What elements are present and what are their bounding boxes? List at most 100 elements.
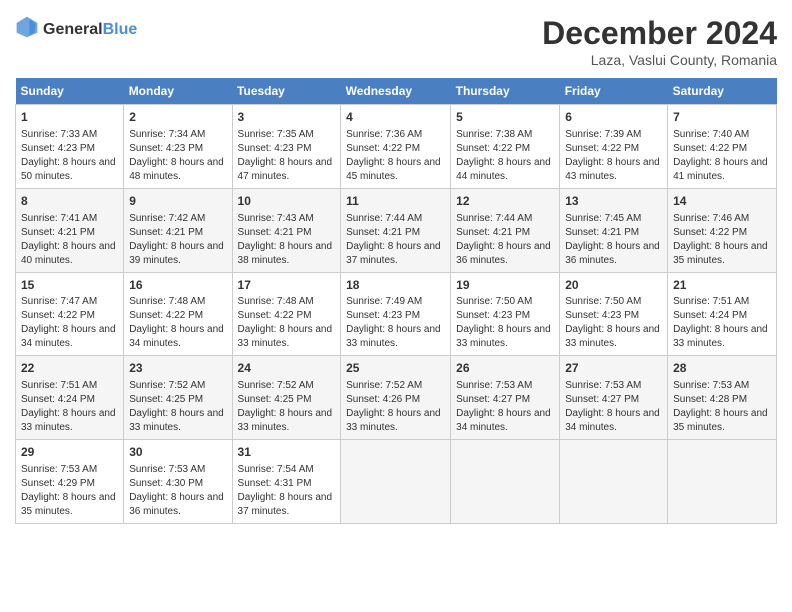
calendar-cell: 20Sunrise: 7:50 AMSunset: 4:23 PMDayligh… [560,272,668,356]
calendar-cell: 11Sunrise: 7:44 AMSunset: 4:21 PMDayligh… [341,188,451,272]
day-number: 15 [21,277,118,294]
day-number: 26 [456,360,554,377]
sunset: Sunset: 4:31 PM [238,478,312,489]
daylight: Daylight: 8 hours and 40 minutes. [21,241,116,266]
sunrise: Sunrise: 7:44 AM [456,213,532,224]
day-number: 4 [346,109,445,126]
calendar-cell: 3Sunrise: 7:35 AMSunset: 4:23 PMDaylight… [232,105,341,189]
day-number: 20 [565,277,662,294]
sunrise: Sunrise: 7:42 AM [129,213,205,224]
sunset: Sunset: 4:23 PM [238,143,312,154]
sunrise: Sunrise: 7:54 AM [238,464,314,475]
calendar-cell: 12Sunrise: 7:44 AMSunset: 4:21 PMDayligh… [451,188,560,272]
sunset: Sunset: 4:25 PM [238,394,312,405]
calendar-week-row: 8Sunrise: 7:41 AMSunset: 4:21 PMDaylight… [16,188,777,272]
day-number: 31 [238,444,336,461]
sunset: Sunset: 4:27 PM [456,394,530,405]
daylight: Daylight: 8 hours and 33 minutes. [565,324,660,349]
daylight: Daylight: 8 hours and 34 minutes. [21,324,116,349]
sunset: Sunset: 4:23 PM [21,143,95,154]
sunrise: Sunrise: 7:53 AM [565,380,641,391]
sunset: Sunset: 4:22 PM [673,143,747,154]
daylight: Daylight: 8 hours and 37 minutes. [346,241,441,266]
day-number: 2 [129,109,226,126]
calendar-cell: 10Sunrise: 7:43 AMSunset: 4:21 PMDayligh… [232,188,341,272]
day-number: 25 [346,360,445,377]
calendar-cell: 25Sunrise: 7:52 AMSunset: 4:26 PMDayligh… [341,356,451,440]
daylight: Daylight: 8 hours and 50 minutes. [21,157,116,182]
sunset: Sunset: 4:23 PM [565,310,639,321]
sunset: Sunset: 4:22 PM [21,310,95,321]
calendar-week-row: 22Sunrise: 7:51 AMSunset: 4:24 PMDayligh… [16,356,777,440]
day-number: 17 [238,277,336,294]
sunrise: Sunrise: 7:45 AM [565,213,641,224]
calendar-cell: 27Sunrise: 7:53 AMSunset: 4:27 PMDayligh… [560,356,668,440]
calendar-week-row: 1 Sunrise: 7:33 AM Sunset: 4:23 PM Daylight… [16,105,777,189]
sunrise: Sunrise: 7:35 AM [238,129,314,140]
sunset: Sunset: 4:24 PM [673,310,747,321]
calendar-cell: 19Sunrise: 7:50 AMSunset: 4:23 PMDayligh… [451,272,560,356]
calendar-cell: 30Sunrise: 7:53 AMSunset: 4:30 PMDayligh… [124,440,232,524]
calendar-cell: 8Sunrise: 7:41 AMSunset: 4:21 PMDaylight… [16,188,124,272]
sunset: Sunset: 4:30 PM [129,478,203,489]
daylight: Daylight: 8 hours and 35 minutes. [673,408,768,433]
sunrise: Sunrise: 7:53 AM [673,380,749,391]
day-number: 7 [673,109,771,126]
page-container: GeneralBlue December 2024 Laza, Vaslui C… [0,0,792,534]
day-number: 1 [21,109,118,126]
calendar-week-row: 15Sunrise: 7:47 AMSunset: 4:22 PMDayligh… [16,272,777,356]
day-number: 30 [129,444,226,461]
daylight: Daylight: 8 hours and 36 minutes. [565,241,660,266]
calendar-cell: 16Sunrise: 7:48 AMSunset: 4:22 PMDayligh… [124,272,232,356]
day-number: 18 [346,277,445,294]
sunset: Sunset: 4:22 PM [456,143,530,154]
calendar-cell: 17Sunrise: 7:48 AMSunset: 4:22 PMDayligh… [232,272,341,356]
sunset: Sunset: 4:23 PM [129,143,203,154]
col-wednesday: Wednesday [341,78,451,105]
daylight: Daylight: 8 hours and 44 minutes. [456,157,551,182]
logo: GeneralBlue [15,15,137,44]
day-number: 28 [673,360,771,377]
daylight: Daylight: 8 hours and 41 minutes. [673,157,768,182]
col-sunday: Sunday [16,78,124,105]
sunset: Sunset: 4:21 PM [456,227,530,238]
calendar-cell: 9Sunrise: 7:42 AMSunset: 4:21 PMDaylight… [124,188,232,272]
col-thursday: Thursday [451,78,560,105]
sunrise: Sunrise: 7:39 AM [565,129,641,140]
sunset: Sunset: 4:23 PM [346,310,420,321]
sunset: Sunset: 4:22 PM [673,227,747,238]
sunset: Sunset: 4:22 PM [129,310,203,321]
sunset: Sunset: 4:21 PM [346,227,420,238]
daylight: Daylight: 8 hours and 34 minutes. [129,324,224,349]
day-number: 24 [238,360,336,377]
calendar-cell: 22Sunrise: 7:51 AMSunset: 4:24 PMDayligh… [16,356,124,440]
sunrise: Sunrise: 7:53 AM [456,380,532,391]
daylight: Daylight: 8 hours and 36 minutes. [129,492,224,517]
sunrise: Sunrise: 7:52 AM [129,380,205,391]
calendar-cell: 5Sunrise: 7:38 AMSunset: 4:22 PMDaylight… [451,105,560,189]
daylight: Daylight: 8 hours and 35 minutes. [21,492,116,517]
sunrise: Sunrise: 7:51 AM [21,380,97,391]
col-tuesday: Tuesday [232,78,341,105]
sunset: Sunset: 4:21 PM [565,227,639,238]
sunset: Sunset: 4:25 PM [129,394,203,405]
sunset: Sunset: 4:26 PM [346,394,420,405]
day-number: 10 [238,193,336,210]
daylight: Daylight: 8 hours and 33 minutes. [129,408,224,433]
sunrise: Sunrise: 7:33 AM [21,129,97,140]
calendar-cell: 15Sunrise: 7:47 AMSunset: 4:22 PMDayligh… [16,272,124,356]
calendar-cell: 23Sunrise: 7:52 AMSunset: 4:25 PMDayligh… [124,356,232,440]
daylight: Daylight: 8 hours and 38 minutes. [238,241,333,266]
day-number: 19 [456,277,554,294]
calendar-cell: 18Sunrise: 7:49 AMSunset: 4:23 PMDayligh… [341,272,451,356]
sunset: Sunset: 4:22 PM [346,143,420,154]
daylight: Daylight: 8 hours and 33 minutes. [346,408,441,433]
day-number: 8 [21,193,118,210]
sunset: Sunset: 4:28 PM [673,394,747,405]
daylight: Daylight: 8 hours and 33 minutes. [456,324,551,349]
col-monday: Monday [124,78,232,105]
sunrise: Sunrise: 7:53 AM [21,464,97,475]
day-number: 21 [673,277,771,294]
sunset: Sunset: 4:29 PM [21,478,95,489]
logo-icon [15,15,39,39]
